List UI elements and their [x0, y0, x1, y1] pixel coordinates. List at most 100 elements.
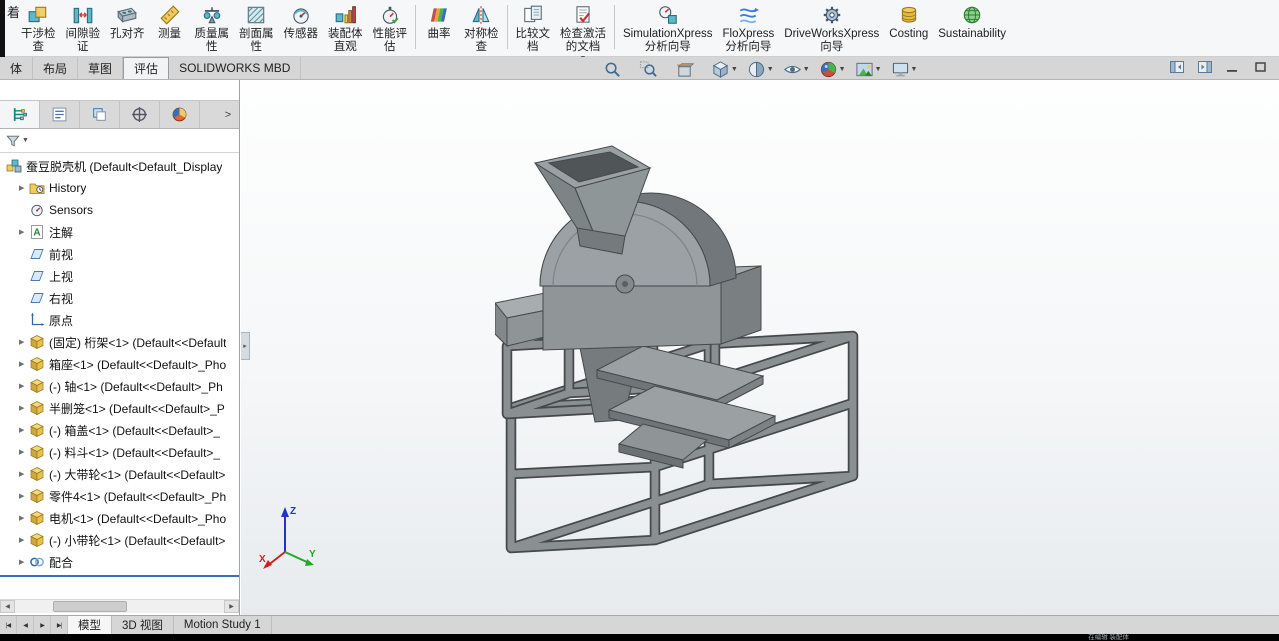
tab-scroll-button[interactable]: ◀	[17, 616, 34, 634]
tab-scroll-button[interactable]: ▶	[34, 616, 51, 634]
ribbon-button[interactable]: 比较文 档 ▼	[511, 0, 556, 57]
ribbon-button[interactable]: FloXpress 分析向导 ▼	[717, 0, 779, 57]
tree-item[interactable]: ▶ 零件4<1> (Default<<Default>_Ph	[0, 485, 239, 507]
tree-item[interactable]: ▶ 箱座<1> (Default<<Default>_Pho	[0, 353, 239, 375]
tree-item[interactable]: ▶ History	[0, 177, 239, 199]
expand-arrow-icon[interactable]: ▶	[19, 360, 29, 368]
commandmanager-tab[interactable]: 体	[0, 57, 34, 79]
ribbon-button[interactable]: 测量 ▼	[150, 0, 190, 57]
expand-arrow-icon[interactable]: ▶	[19, 228, 29, 236]
expand-arrow-icon[interactable]: ▶	[19, 492, 29, 500]
ribbon-button[interactable]: ▼	[506, 5, 508, 49]
ribbon-button[interactable]: ▼	[415, 5, 416, 49]
ribbon-button[interactable]: DriveWorksXpress 向导 ▼	[779, 0, 884, 57]
panel-splitter[interactable]	[0, 575, 239, 577]
commandmanager-tab[interactable]: SOLIDWORKS MBD	[169, 57, 302, 79]
view-toolbar-button[interactable]: ▼	[746, 59, 775, 80]
machine-3d-model[interactable]	[495, 138, 1095, 615]
filter-dropdown-caret-icon[interactable]: ▼	[22, 137, 29, 144]
panel-expand-chevron[interactable]: >	[217, 101, 239, 128]
expand-arrow-icon[interactable]: ▶	[19, 184, 29, 192]
tree-item[interactable]: ▶ (-) 小带轮<1> (Default<<Default>	[0, 529, 239, 551]
tree-item[interactable]: ▶ (-) 轴<1> (Default<<Default>_Ph	[0, 375, 239, 397]
ribbon-button[interactable]: 曲率 ▼	[419, 0, 459, 57]
view-toolbar-button[interactable]: ▼	[674, 59, 703, 80]
expand-arrow-icon[interactable]: ▶	[19, 470, 29, 478]
dropdown-caret-icon[interactable]: ▼	[803, 66, 810, 73]
window-control-button[interactable]	[1253, 59, 1269, 75]
expand-arrow-icon[interactable]: ▶	[19, 558, 29, 566]
tree-item[interactable]: ▶ 半删笼<1> (Default<<Default>_P	[0, 397, 239, 419]
view-toolbar-button[interactable]: ▼	[638, 59, 667, 80]
view-toolbar-button[interactable]: ▼	[890, 59, 919, 80]
ribbon-button[interactable]: 装配体 直观 ▼	[323, 0, 368, 57]
expand-arrow-icon[interactable]: ▶	[19, 382, 29, 390]
scrollbar-track[interactable]	[15, 600, 224, 613]
document-tab[interactable]: 模型	[68, 616, 112, 634]
dropdown-caret-icon[interactable]: ▼	[875, 66, 882, 73]
window-control-button[interactable]	[1225, 59, 1241, 75]
panel-tab[interactable]	[80, 101, 120, 128]
scroll-right-icon[interactable]: ▶	[224, 600, 239, 613]
expand-arrow-icon[interactable]: ▶	[19, 426, 29, 434]
tree-item[interactable]: ▶ 电机<1> (Default<<Default>_Pho	[0, 507, 239, 529]
ribbon-button[interactable]: 传感器 ▼	[279, 0, 324, 57]
panel-tab[interactable]	[0, 101, 40, 128]
expand-arrow-icon[interactable]: ▶	[19, 338, 29, 346]
panel-tab[interactable]	[120, 101, 160, 128]
tab-scroll-button[interactable]: ▶|	[51, 616, 68, 634]
ribbon-button[interactable]: 性能评 估 ▼	[368, 0, 413, 57]
expand-arrow-icon[interactable]: ▶	[19, 448, 29, 456]
ribbon-button[interactable]: Sustainability ▼	[933, 0, 1011, 57]
dropdown-caret-icon[interactable]: ▼	[767, 66, 774, 73]
dropdown-caret-icon[interactable]: ▼	[911, 66, 918, 73]
panel-horizontal-scrollbar[interactable]: ◀ ▶	[0, 599, 239, 613]
scrollbar-thumb[interactable]	[53, 601, 127, 612]
panel-tab[interactable]	[160, 101, 200, 128]
ribbon-button[interactable]: 剖面属 性 ▼	[234, 0, 279, 57]
tree-item[interactable]: ▶ Sensors	[0, 199, 239, 221]
ribbon-button[interactable]: 干涉检 查 ▼	[16, 0, 61, 57]
view-toolbar-button[interactable]: ▼	[782, 59, 811, 80]
ribbon-button[interactable]: Costing ▼	[884, 0, 933, 57]
expand-arrow-icon[interactable]: ▶	[19, 514, 29, 522]
ribbon-button[interactable]: 检查激活 的文档 ▼	[555, 0, 611, 62]
graphics-area[interactable]: ▸ Z X Y	[241, 80, 1279, 615]
expand-arrow-icon[interactable]: ▶	[19, 404, 29, 412]
dropdown-caret-icon[interactable]: ▼	[731, 66, 738, 73]
ribbon-button[interactable]: SimulationXpress 分析向导 ▼	[618, 0, 717, 57]
ribbon-button[interactable]: ▼	[614, 5, 615, 49]
tree-item[interactable]: ▶ 上视	[0, 265, 239, 287]
featuremanager-filter[interactable]: ▼	[0, 129, 239, 153]
view-toolbar-button[interactable]: ▼	[602, 59, 631, 80]
tree-item[interactable]: ▶ 前视	[0, 243, 239, 265]
panel-collapse-handle[interactable]: ▸	[241, 332, 250, 360]
tree-item[interactable]: ▶ (-) 大带轮<1> (Default<<Default>	[0, 463, 239, 485]
tab-scroll-button[interactable]: |◀	[0, 616, 17, 634]
tree-item[interactable]: ▶ 注解	[0, 221, 239, 243]
commandmanager-tab[interactable]: 布局	[33, 57, 79, 79]
tree-item[interactable]: ▶ (-) 箱盖<1> (Default<<Default>_	[0, 419, 239, 441]
window-control-button[interactable]	[1197, 59, 1213, 75]
expand-arrow-icon[interactable]: ▶	[19, 536, 29, 544]
commandmanager-tab[interactable]: 草图	[78, 57, 124, 79]
window-control-button[interactable]	[1169, 59, 1185, 75]
panel-tab[interactable]	[40, 101, 80, 128]
ribbon-button[interactable]: 孔对齐 ▼	[105, 0, 150, 57]
tree-item[interactable]: ▶ 蚕豆脱壳机 (Default<Default_Display	[0, 155, 239, 177]
tree-item[interactable]: ▶ (-) 料斗<1> (Default<<Default>_	[0, 441, 239, 463]
scroll-left-icon[interactable]: ◀	[0, 600, 15, 613]
view-toolbar-button[interactable]: ▼	[854, 59, 883, 80]
view-toolbar-button[interactable]: ▼	[710, 59, 739, 80]
tree-item[interactable]: ▶ 右视	[0, 287, 239, 309]
tree-item[interactable]: ▶ (固定) 桁架<1> (Default<<Default	[0, 331, 239, 353]
view-toolbar-button[interactable]: ▼	[818, 59, 847, 80]
ribbon-button[interactable]: 对称检 查 ▼	[459, 0, 504, 57]
dropdown-caret-icon[interactable]: ▼	[839, 66, 846, 73]
tree-item[interactable]: ▶ 配合	[0, 551, 239, 573]
ribbon-button[interactable]: 间隙验 证 ▼	[61, 0, 106, 57]
document-tab[interactable]: Motion Study 1	[174, 616, 272, 634]
commandmanager-tab[interactable]: 评估	[123, 57, 170, 79]
document-tab[interactable]: 3D 视图	[112, 616, 174, 634]
ribbon-button[interactable]: 质量属 性 ▼	[190, 0, 235, 57]
